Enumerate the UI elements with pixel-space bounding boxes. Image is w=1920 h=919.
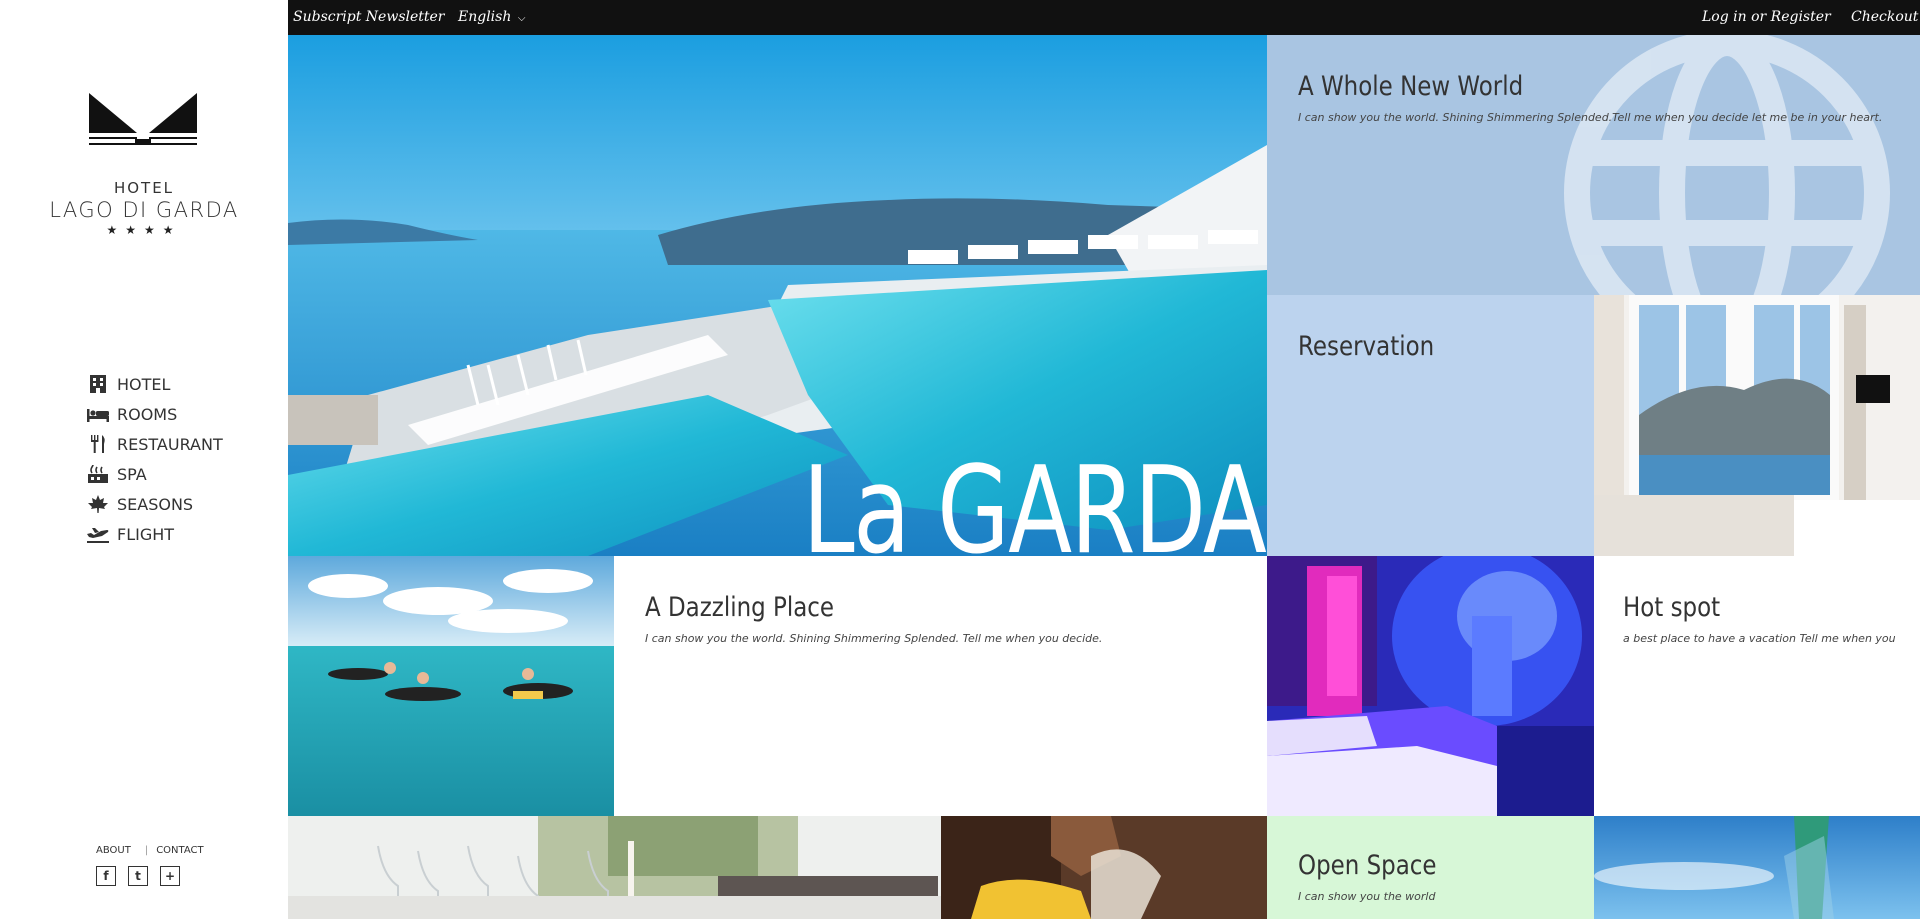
room-image-tile[interactable]	[1594, 295, 1920, 556]
nav-item-seasons[interactable]: SEASONS	[85, 489, 223, 519]
nav-item-restaurant[interactable]: RESTAURANT	[85, 429, 223, 459]
nav-label: SEASONS	[117, 494, 194, 514]
chevron-down-icon: ⌵	[517, 13, 526, 24]
login-link[interactable]: Log in or Register	[1702, 9, 1831, 25]
language-select[interactable]: English ⌵	[458, 9, 525, 25]
nav-label: HOTEL	[117, 374, 171, 394]
swimmers-image-tile[interactable]	[288, 556, 614, 816]
nav-label: ROOMS	[117, 404, 178, 424]
main-nav: HOTEL ROOMS RESTAURANT SPA SEASONS FLIGH…	[85, 369, 223, 549]
drink-image	[941, 816, 1267, 919]
dining-image	[288, 816, 941, 919]
spa-image-tile[interactable]	[1267, 556, 1594, 816]
plus-icon[interactable]: +	[160, 866, 180, 886]
footer-links: ABOUT | CONTACT	[96, 845, 204, 856]
tile-title: Hot spot	[1623, 592, 1721, 623]
language-label: English	[458, 9, 512, 25]
link-separator: |	[144, 845, 149, 856]
dazzling-tile[interactable]: A Dazzling Place I can show you the worl…	[614, 556, 1267, 816]
spa-image	[1267, 556, 1594, 816]
building-icon	[85, 375, 111, 393]
nav-item-spa[interactable]: SPA	[85, 459, 223, 489]
twitter-icon[interactable]: t	[128, 866, 148, 886]
nav-label: SPA	[117, 464, 147, 484]
bed-icon	[85, 405, 111, 423]
nav-label: RESTAURANT	[117, 434, 223, 454]
facebook-icon[interactable]: f	[96, 866, 116, 886]
plane-icon	[85, 525, 111, 543]
room-image	[1594, 295, 1920, 556]
tile-subtitle: I can show you the world	[1298, 890, 1436, 903]
hero-tile[interactable]: La GARDA	[288, 35, 1267, 556]
nav-item-rooms[interactable]: ROOMS	[85, 399, 223, 429]
reservation-tile[interactable]: Reservation	[1267, 295, 1594, 556]
openspace-tile[interactable]: Open Space I can show you the world	[1267, 816, 1594, 919]
top-bar: Subscript Newsletter English ⌵ Log in or…	[288, 0, 1920, 35]
sky-image-tile[interactable]	[1594, 816, 1920, 919]
sky-image	[1594, 816, 1920, 919]
social-links: f t +	[96, 866, 180, 886]
hotspot-tile[interactable]: Hot spot a best place to have a vacation…	[1594, 556, 1920, 816]
newsletter-link[interactable]: Subscript Newsletter	[293, 9, 445, 25]
tile-title: A Whole New World	[1298, 71, 1524, 102]
drink-image-tile[interactable]	[941, 816, 1267, 919]
tile-title: Reservation	[1298, 331, 1435, 362]
brand-line-1: HOTEL	[113, 179, 175, 197]
sidebar: HOTEL LAGO DI GARDA ★★★★ HOTEL ROOMS RES…	[0, 0, 288, 919]
maple-leaf-icon	[85, 495, 111, 513]
world-tile[interactable]: A Whole New World I can show you the wor…	[1267, 35, 1920, 295]
about-link[interactable]: ABOUT	[96, 845, 131, 856]
nav-item-flight[interactable]: FLIGHT	[85, 519, 223, 549]
brand-stars: ★★★★	[106, 223, 182, 237]
brand-name: LAGO DI GARDA	[49, 198, 239, 222]
swimmers-image	[288, 556, 614, 816]
hotel-logo[interactable]	[87, 93, 199, 155]
dining-image-tile[interactable]	[288, 816, 941, 919]
tile-subtitle: a best place to have a vacation Tell me …	[1623, 632, 1896, 645]
checkout-link[interactable]: Checkout	[1851, 9, 1918, 25]
hero-title: La GARDA	[802, 442, 1266, 557]
fork-knife-icon	[85, 435, 111, 453]
spa-icon	[85, 465, 111, 483]
nav-item-hotel[interactable]: HOTEL	[85, 369, 223, 399]
tile-subtitle: I can show you the world. Shining Shimme…	[645, 632, 1103, 645]
tile-subtitle: I can show you the world. Shining Shimme…	[1298, 111, 1883, 124]
contact-link[interactable]: CONTACT	[156, 845, 203, 856]
tile-title: Open Space	[1298, 850, 1437, 881]
nav-label: FLIGHT	[117, 524, 175, 544]
tile-title: A Dazzling Place	[645, 592, 835, 623]
